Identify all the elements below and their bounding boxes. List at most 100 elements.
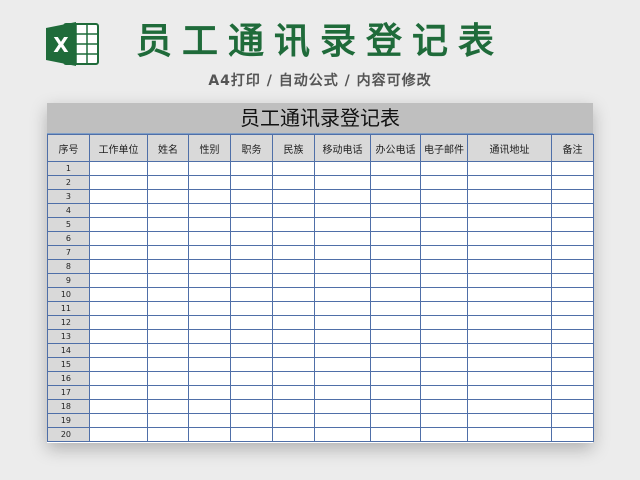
col-header-address[interactable]: 通讯地址 bbox=[467, 134, 552, 162]
table-cell[interactable] bbox=[230, 161, 273, 176]
table-cell[interactable] bbox=[230, 315, 273, 330]
col-header-name[interactable]: 姓名 bbox=[147, 134, 189, 162]
table-cell[interactable] bbox=[147, 301, 189, 316]
col-header-ethnicity[interactable]: 民族 bbox=[272, 134, 315, 162]
table-cell[interactable] bbox=[551, 189, 594, 204]
table-cell[interactable] bbox=[551, 245, 594, 260]
table-cell[interactable] bbox=[314, 315, 371, 330]
table-cell[interactable] bbox=[188, 231, 231, 246]
table-cell[interactable] bbox=[89, 287, 148, 302]
table-cell[interactable] bbox=[272, 203, 315, 218]
table-cell[interactable] bbox=[370, 357, 421, 372]
col-header-email[interactable]: 电子邮件 bbox=[420, 134, 468, 162]
table-cell[interactable] bbox=[420, 427, 468, 442]
table-cell[interactable] bbox=[188, 245, 231, 260]
table-cell[interactable] bbox=[230, 413, 273, 428]
table-cell[interactable] bbox=[272, 399, 315, 414]
table-cell[interactable] bbox=[89, 357, 148, 372]
table-cell[interactable] bbox=[89, 203, 148, 218]
table-cell[interactable] bbox=[272, 315, 315, 330]
table-cell[interactable] bbox=[467, 217, 552, 232]
table-cell[interactable] bbox=[89, 175, 148, 190]
table-cell[interactable] bbox=[370, 217, 421, 232]
table-cell[interactable] bbox=[551, 301, 594, 316]
table-cell[interactable] bbox=[188, 413, 231, 428]
table-cell[interactable] bbox=[551, 413, 594, 428]
table-cell[interactable] bbox=[188, 189, 231, 204]
table-cell[interactable] bbox=[89, 385, 148, 400]
table-cell[interactable] bbox=[230, 329, 273, 344]
table-cell[interactable] bbox=[89, 189, 148, 204]
table-cell[interactable] bbox=[467, 189, 552, 204]
table-cell[interactable] bbox=[551, 175, 594, 190]
table-cell[interactable] bbox=[89, 245, 148, 260]
table-cell[interactable] bbox=[89, 399, 148, 414]
table-cell[interactable] bbox=[89, 231, 148, 246]
table-cell[interactable] bbox=[89, 315, 148, 330]
table-cell[interactable] bbox=[467, 273, 552, 288]
table-cell[interactable] bbox=[147, 231, 189, 246]
table-cell[interactable] bbox=[551, 427, 594, 442]
table-cell[interactable] bbox=[188, 161, 231, 176]
table-cell[interactable] bbox=[188, 385, 231, 400]
table-cell[interactable] bbox=[272, 427, 315, 442]
table-cell[interactable] bbox=[314, 175, 371, 190]
table-cell[interactable] bbox=[314, 413, 371, 428]
table-cell[interactable] bbox=[89, 259, 148, 274]
table-cell[interactable] bbox=[420, 245, 468, 260]
table-cell[interactable] bbox=[230, 259, 273, 274]
table-cell[interactable] bbox=[420, 399, 468, 414]
table-cell[interactable] bbox=[467, 161, 552, 176]
table-cell[interactable] bbox=[272, 175, 315, 190]
table-cell[interactable] bbox=[314, 231, 371, 246]
table-cell[interactable] bbox=[230, 203, 273, 218]
table-cell[interactable] bbox=[272, 217, 315, 232]
table-cell[interactable] bbox=[230, 357, 273, 372]
table-cell[interactable] bbox=[314, 189, 371, 204]
table-cell[interactable] bbox=[272, 245, 315, 260]
table-cell[interactable] bbox=[230, 301, 273, 316]
table-cell[interactable] bbox=[370, 301, 421, 316]
table-cell[interactable] bbox=[188, 357, 231, 372]
table-cell[interactable] bbox=[89, 371, 148, 386]
table-cell[interactable] bbox=[147, 161, 189, 176]
table-cell[interactable] bbox=[420, 301, 468, 316]
table-cell[interactable] bbox=[188, 399, 231, 414]
table-cell[interactable] bbox=[188, 287, 231, 302]
table-cell[interactable] bbox=[272, 329, 315, 344]
table-cell[interactable] bbox=[314, 427, 371, 442]
table-cell[interactable] bbox=[147, 371, 189, 386]
table-cell[interactable] bbox=[89, 413, 148, 428]
table-cell[interactable] bbox=[551, 231, 594, 246]
table-cell[interactable] bbox=[230, 245, 273, 260]
table-cell[interactable] bbox=[188, 427, 231, 442]
table-cell[interactable] bbox=[188, 371, 231, 386]
table-cell[interactable] bbox=[188, 175, 231, 190]
table-cell[interactable] bbox=[420, 287, 468, 302]
table-cell[interactable] bbox=[147, 413, 189, 428]
table-cell[interactable] bbox=[420, 315, 468, 330]
table-cell[interactable] bbox=[420, 413, 468, 428]
table-cell[interactable] bbox=[147, 189, 189, 204]
table-cell[interactable] bbox=[147, 287, 189, 302]
table-cell[interactable] bbox=[272, 385, 315, 400]
table-cell[interactable] bbox=[370, 259, 421, 274]
table-cell[interactable] bbox=[420, 231, 468, 246]
table-cell[interactable] bbox=[370, 343, 421, 358]
table-cell[interactable] bbox=[147, 217, 189, 232]
table-cell[interactable] bbox=[467, 329, 552, 344]
table-cell[interactable] bbox=[230, 371, 273, 386]
table-cell[interactable] bbox=[89, 329, 148, 344]
table-cell[interactable] bbox=[370, 385, 421, 400]
table-cell[interactable] bbox=[147, 427, 189, 442]
table-cell[interactable] bbox=[551, 203, 594, 218]
table-cell[interactable] bbox=[467, 203, 552, 218]
table-cell[interactable] bbox=[230, 399, 273, 414]
table-cell[interactable] bbox=[314, 343, 371, 358]
table-cell[interactable] bbox=[230, 385, 273, 400]
table-cell[interactable] bbox=[467, 357, 552, 372]
table-cell[interactable] bbox=[147, 273, 189, 288]
table-cell[interactable] bbox=[467, 427, 552, 442]
table-cell[interactable] bbox=[147, 399, 189, 414]
table-cell[interactable] bbox=[314, 217, 371, 232]
